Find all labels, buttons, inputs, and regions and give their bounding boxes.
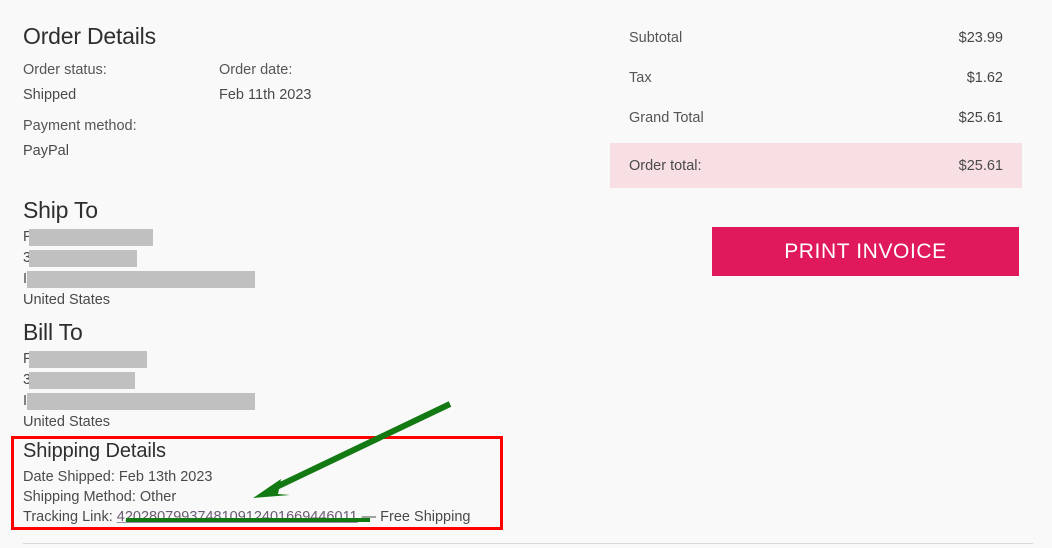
print-invoice-button[interactable]: PRINT INVOICE	[712, 227, 1019, 276]
shipping-method-line: Shipping Method: Other	[23, 487, 493, 507]
bill-to-heading: Bill To	[23, 319, 83, 346]
grand-total-amount: $25.61	[959, 110, 1003, 126]
redaction-bar	[29, 229, 153, 246]
address-line: 3	[23, 370, 110, 391]
address-line: United States	[23, 412, 110, 433]
tracking-number-text: 4202807993748109124016694460	[117, 509, 343, 525]
address-line: P	[23, 349, 110, 370]
order-status-label: Order status:	[23, 58, 219, 83]
order-total-label: Order total:	[629, 158, 702, 174]
shipping-details-heading: Shipping Details	[23, 440, 493, 463]
subtotal-amount: $23.99	[959, 30, 1003, 46]
footer-divider	[23, 543, 1033, 544]
payment-method-value: PayPal	[23, 139, 137, 164]
address-line: P n	[23, 227, 110, 248]
shipping-cost-note: — Free Shipping	[358, 509, 471, 525]
invoice-page: Order Details Order status: Shipped Orde…	[0, 0, 1052, 548]
payment-method-label: Payment method:	[23, 114, 137, 139]
tax-label: Tax	[629, 70, 652, 86]
order-total-row: Order total: $25.61	[610, 143, 1022, 188]
tax-amount: $1.62	[967, 70, 1003, 86]
totals-panel: Subtotal $23.99 Tax $1.62 Grand Total $2…	[610, 18, 1022, 188]
grand-total-label: Grand Total	[629, 110, 704, 126]
address-line: I )	[23, 269, 110, 290]
order-details-heading: Order Details	[23, 23, 156, 50]
shipping-details-section: Shipping Details Date Shipped: Feb 13th …	[23, 440, 493, 527]
order-status-field: Order status: Shipped	[23, 58, 219, 108]
address-line: United States	[23, 290, 110, 311]
order-status-value: Shipped	[23, 83, 219, 108]
redaction-bar	[27, 271, 255, 288]
address-country: United States	[23, 414, 110, 430]
payment-method-field: Payment method: PayPal	[23, 114, 137, 164]
bill-to-address: P 3 I ) United States	[23, 349, 110, 433]
subtotal-row: Subtotal $23.99	[610, 18, 1022, 58]
order-date-field: Order date: Feb 11th 2023	[219, 58, 415, 108]
order-date-label: Order date:	[219, 58, 415, 83]
tax-row: Tax $1.62	[610, 58, 1022, 98]
tracking-number-tail: 11	[343, 509, 358, 525]
address-line: 3	[23, 248, 110, 269]
tracking-link-line: Tracking Link: 4202807993748109124016694…	[23, 507, 493, 527]
tracking-link-label: Tracking Link:	[23, 509, 117, 525]
order-status-date-row: Order status: Shipped Order date: Feb 11…	[23, 58, 443, 108]
redaction-bar	[29, 351, 147, 368]
address-line: I )	[23, 391, 110, 412]
redaction-bar	[29, 372, 135, 389]
date-shipped-line: Date Shipped: Feb 13th 2023	[23, 467, 493, 487]
tracking-number-link[interactable]: 420280799374810912401669446011	[117, 509, 358, 525]
ship-to-address: P n 3 I ) United States	[23, 227, 110, 311]
redaction-bar	[29, 250, 137, 267]
subtotal-label: Subtotal	[629, 30, 682, 46]
address-country: United States	[23, 292, 110, 308]
ship-to-heading: Ship To	[23, 197, 98, 224]
order-details-fields: Order status: Shipped Order date: Feb 11…	[23, 58, 443, 108]
order-total-amount: $25.61	[959, 158, 1003, 174]
redaction-bar	[27, 393, 255, 410]
order-date-value: Feb 11th 2023	[219, 83, 415, 108]
grand-total-row: Grand Total $25.61	[610, 98, 1022, 138]
tracking-number-underline-annotation	[126, 518, 370, 522]
